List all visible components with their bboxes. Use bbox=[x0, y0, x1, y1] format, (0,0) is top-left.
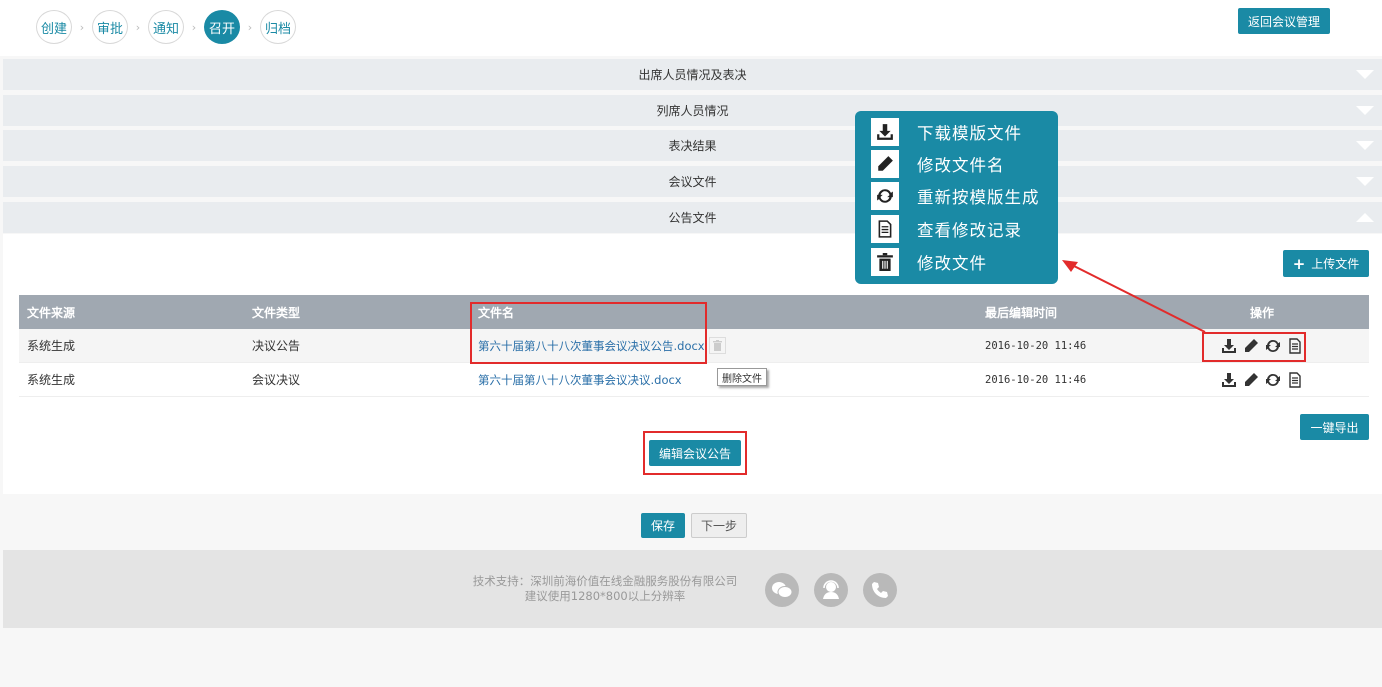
section-notice-files[interactable]: 公告文件 bbox=[3, 202, 1382, 233]
cell-name: 第六十届第八十八次董事会议决议.docx bbox=[478, 363, 682, 396]
chevron-right-icon: › bbox=[247, 20, 253, 34]
cell-actions bbox=[1212, 363, 1312, 396]
step-notify[interactable]: 通知 bbox=[148, 10, 184, 44]
chevron-right-icon: › bbox=[135, 20, 141, 34]
triangle-up-icon bbox=[1356, 213, 1374, 222]
legend-item: 修改文件 bbox=[871, 248, 987, 276]
cell-source: 系统生成 bbox=[27, 373, 76, 387]
step-convene[interactable]: 召开 bbox=[204, 10, 240, 44]
header-time: 最后编辑时间 bbox=[985, 305, 1058, 320]
refresh-icon bbox=[871, 182, 899, 210]
document-icon bbox=[871, 215, 899, 243]
section-title: 出席人员情况及表决 bbox=[638, 68, 747, 82]
legend-item: 重新按模版生成 bbox=[871, 182, 1040, 210]
table-row: 系统生成 会议决议 第六十届第八十八次董事会议决议.docx 2016-10-2… bbox=[19, 363, 1369, 397]
wechat-icon[interactable] bbox=[765, 573, 799, 607]
customer-service-icon[interactable] bbox=[814, 573, 848, 607]
back-to-meeting-management-button[interactable]: 返回会议管理 bbox=[1238, 8, 1330, 34]
legend-item: 下载模版文件 bbox=[871, 118, 1022, 146]
upload-file-button[interactable]: + 上传文件 bbox=[1283, 250, 1369, 277]
section-observers[interactable]: 列席人员情况 bbox=[3, 95, 1382, 126]
delete-file-icon[interactable] bbox=[708, 337, 726, 354]
plus-icon: + bbox=[1292, 254, 1306, 273]
legend-item: 修改文件名 bbox=[871, 150, 1005, 178]
operations-legend: 下载模版文件 修改文件名 重新按模版生成 查看修改记录 修改文件 bbox=[855, 111, 1058, 284]
triangle-down-icon bbox=[1356, 177, 1374, 186]
header-actions: 操作 bbox=[1249, 305, 1274, 320]
support-text: 技术支持：深圳前海价值在线金融服务股份有限公司 bbox=[472, 574, 738, 588]
step-create[interactable]: 创建 bbox=[36, 10, 72, 44]
download-icon bbox=[871, 118, 899, 146]
triangle-down-icon bbox=[1356, 141, 1374, 150]
chevron-right-icon: › bbox=[79, 20, 85, 34]
section-vote-results[interactable]: 表决结果 bbox=[3, 130, 1382, 161]
pencil-icon bbox=[871, 150, 899, 178]
resolution-text: 建议使用1280*800以上分辨率 bbox=[524, 589, 686, 603]
section-title: 列席人员情况 bbox=[656, 104, 729, 118]
cell-time: 2016-10-20 11:46 bbox=[985, 373, 1087, 386]
step-progress: 创建 › 审批 › 通知 › 召开 › 归档 bbox=[36, 10, 296, 44]
chevron-right-icon: › bbox=[191, 20, 197, 34]
highlight-filename-box bbox=[470, 302, 707, 364]
save-button[interactable]: 保存 bbox=[641, 513, 685, 538]
highlight-edit-button-box bbox=[643, 431, 747, 475]
file-name-link[interactable]: 第六十届第八十八次董事会议决议.docx bbox=[478, 372, 682, 388]
step-approve[interactable]: 审批 bbox=[92, 10, 128, 44]
download-icon[interactable] bbox=[1221, 372, 1237, 388]
section-title: 表决结果 bbox=[668, 139, 717, 153]
cell-type: 会议决议 bbox=[252, 373, 301, 387]
triangle-down-icon bbox=[1356, 106, 1374, 115]
delete-file-tooltip: 删除文件 bbox=[717, 368, 767, 386]
phone-icon[interactable] bbox=[863, 573, 897, 607]
callout-arrow bbox=[1062, 260, 1206, 333]
document-icon[interactable] bbox=[1287, 371, 1303, 388]
legend-item: 查看修改记录 bbox=[871, 215, 1022, 243]
cell-source: 系统生成 bbox=[27, 339, 76, 353]
cell-type: 决议公告 bbox=[252, 339, 301, 353]
top-bar: 创建 › 审批 › 通知 › 召开 › 归档 返回会议管理 bbox=[0, 0, 1382, 56]
step-archive[interactable]: 归档 bbox=[260, 10, 296, 44]
highlight-actions-box bbox=[1202, 332, 1306, 362]
header-type: 文件类型 bbox=[252, 305, 301, 320]
triangle-down-icon bbox=[1356, 70, 1374, 79]
section-meeting-files[interactable]: 会议文件 bbox=[3, 166, 1382, 197]
pencil-icon[interactable] bbox=[1243, 372, 1259, 388]
export-all-button[interactable]: 一键导出 bbox=[1300, 414, 1369, 440]
refresh-icon[interactable] bbox=[1265, 372, 1281, 388]
section-title: 会议文件 bbox=[668, 175, 717, 189]
section-title: 公告文件 bbox=[668, 211, 717, 225]
next-step-button[interactable]: 下一步 bbox=[691, 513, 747, 538]
trash-icon bbox=[871, 248, 899, 276]
header-source: 文件来源 bbox=[27, 305, 76, 320]
section-attendees[interactable]: 出席人员情况及表决 bbox=[3, 59, 1382, 90]
footer-text: 技术支持：深圳前海价值在线金融服务股份有限公司 建议使用1280*800以上分辨… bbox=[470, 574, 740, 604]
